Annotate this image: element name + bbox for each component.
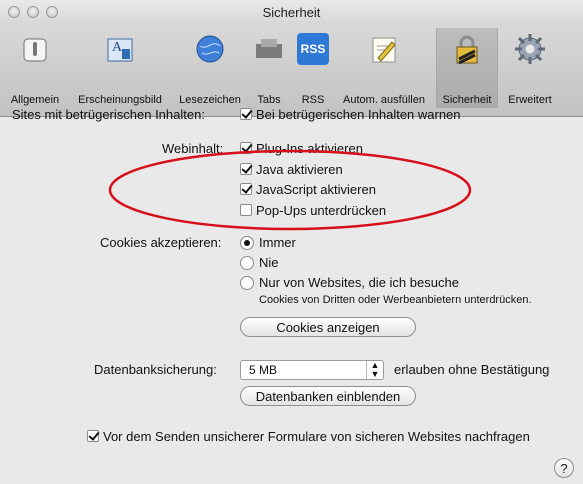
show-databases-button[interactable]: Datenbanken einblenden (240, 386, 416, 406)
cookies-label: Cookies akzeptieren: (100, 235, 222, 250)
toolbar-tab-rss[interactable]: RSS RSS (294, 28, 332, 108)
toolbar-tab-security[interactable]: Sicherheit (436, 28, 498, 108)
database-size-select[interactable]: 5 MB ▲ ▼ (240, 360, 384, 380)
toolbar-tab-autofill[interactable]: Autom. ausfüllen (338, 28, 430, 108)
cookies-never-radio[interactable] (240, 256, 254, 270)
toolbar-tab-appearance[interactable]: A Erscheinungsbild (76, 28, 164, 108)
title-bar: Sicherheit (0, 0, 583, 26)
cookies-always-radio[interactable] (240, 236, 254, 250)
toolbar-label-security: Sicherheit (442, 94, 492, 106)
toolbar-tab-tabs[interactable]: Tabs (252, 28, 286, 108)
unsafe-forms-checkbox[interactable] (87, 430, 99, 442)
toolbar-label-tabs: Tabs (257, 94, 281, 106)
toolbar-tab-general[interactable]: Allgemein (4, 28, 66, 108)
toolbar-label-autofill: Autom. ausfüllen (343, 94, 425, 106)
toolbar-label-appearance: Erscheinungsbild (78, 94, 162, 106)
show-cookies-button[interactable]: Cookies anzeigen (240, 317, 416, 337)
red-highlight-ellipse (108, 149, 472, 231)
help-button[interactable]: ? (554, 458, 574, 478)
toolbar-label-general: Allgemein (10, 94, 60, 106)
rss-icon: RSS (297, 33, 329, 65)
toolbar-tab-bookmarks[interactable]: Lesezeichen (174, 28, 246, 108)
advanced-gear-icon (515, 34, 545, 64)
toolbar-label-advanced: Erweitert (508, 94, 552, 106)
tabs-icon (256, 39, 282, 58)
fraud-label: Sites mit betrügerischen Inhalten: (12, 107, 205, 122)
database-suffix-label: erlauben ohne Bestätigung (394, 362, 550, 377)
preferences-window: Sicherheit Allgemein A Erscheinungsbild … (0, 0, 583, 484)
cookies-never-label: Nie (259, 255, 279, 270)
red-highlight-ellipse-stroke (108, 149, 472, 231)
appearance-font-icon: A (107, 38, 133, 62)
window-title: Sicherheit (262, 5, 321, 20)
select-arrows-icon: ▲ ▼ (366, 361, 383, 379)
cookies-visited-only-label: Nur von Websites, die ich besuche (259, 275, 459, 290)
unsafe-forms-label: Vor dem Senden unsicherer Formulare von … (103, 429, 530, 444)
cookies-always-label: Immer (259, 235, 296, 250)
toolbar-label-rss: RSS (301, 94, 325, 106)
fraud-warning-checkbox[interactable] (240, 108, 252, 120)
cookies-visited-only-radio[interactable] (240, 276, 254, 290)
database-label: Datenbanksicherung: (94, 362, 217, 377)
cookies-note: Cookies von Dritten oder Werbeanbietern … (259, 294, 532, 306)
bookmarks-globe-icon (196, 35, 224, 63)
fraud-checkbox-label: Bei betrügerischen Inhalten warnen (256, 107, 461, 122)
toolbar-label-bookmarks: Lesezeichen (179, 94, 241, 106)
general-switch-icon (23, 38, 47, 62)
toolbar-tab-advanced[interactable]: Erweitert (500, 28, 560, 108)
svg-text:A: A (112, 40, 123, 55)
database-size-value: 5 MB (249, 363, 278, 377)
autofill-pencil-icon (372, 37, 396, 63)
preferences-toolbar: Allgemein A Erscheinungsbild Lesezeichen… (0, 26, 583, 117)
security-lock-icon (456, 35, 478, 65)
